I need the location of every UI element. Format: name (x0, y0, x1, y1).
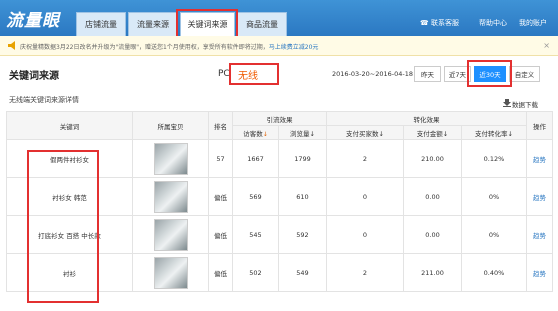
page-title: 关键词来源 (9, 71, 59, 82)
header-keyword: 关键词 (6, 111, 133, 140)
visitors-cell: 545 (232, 215, 279, 254)
renew-link[interactable]: 马上续费立减20元 (269, 44, 319, 51)
tab-traffic-source[interactable]: 流量来源 (128, 12, 178, 36)
header-conversion-group: 转化效果 (326, 111, 527, 126)
amount-cell: 0.00 (403, 177, 462, 216)
item-cell (132, 253, 209, 292)
header-visitors[interactable]: 访客数↓ (232, 125, 279, 140)
help-center-link[interactable]: 帮助中心 (479, 18, 507, 28)
visitors-cell: 569 (232, 177, 279, 216)
rank-cell: 偏低 (208, 177, 233, 216)
visitors-cell: 502 (232, 253, 279, 292)
trend-link[interactable]: 趋势 (526, 215, 553, 254)
notice-text: 庆祝量精数据3月22日改名并升级为"流量眼"，赠送您1个月使用权，享受所有软件即… (20, 44, 269, 51)
header-action: 操作 (526, 111, 553, 140)
pageviews-cell: 1799 (278, 139, 327, 178)
device-pc-option[interactable]: PC (218, 69, 230, 79)
pageviews-cell: 592 (278, 215, 327, 254)
notice-bar: 庆祝量精数据3月22日改名并升级为"流量眼"，赠送您1个月使用权，享受所有软件即… (0, 36, 558, 56)
pageviews-cell: 549 (278, 253, 327, 292)
my-account-link[interactable]: 我的账户 (519, 18, 547, 28)
speaker-icon (8, 41, 15, 50)
keyword-highlight-box (27, 150, 99, 303)
product-thumbnail[interactable] (153, 256, 188, 289)
sort-icon: ↓ (378, 129, 384, 138)
header-rank: 排名 (208, 111, 233, 140)
tab-shop-traffic[interactable]: 店铺流量 (76, 12, 126, 36)
header-traffic-group: 引流效果 (232, 111, 327, 126)
cvr-cell: 0.12% (461, 139, 527, 178)
product-thumbnail[interactable] (153, 180, 188, 213)
sort-icon: ↓ (507, 129, 513, 138)
header-buyers[interactable]: 支付买家数↓ (326, 125, 404, 140)
header-pageviews[interactable]: 浏览量↓ (278, 125, 327, 140)
rank-cell: 偏低 (208, 215, 233, 254)
amount-cell: 0.00 (403, 215, 462, 254)
data-download-link[interactable]: 数据下载 (512, 99, 538, 109)
sort-icon: ↓ (442, 129, 449, 138)
close-icon[interactable]: × (543, 41, 550, 50)
buyers-cell: 0 (326, 215, 404, 254)
trend-link[interactable]: 趋势 (526, 139, 553, 178)
cvr-cell: 0.40% (461, 253, 527, 292)
cvr-cell: 0% (461, 215, 527, 254)
buyers-cell: 2 (326, 253, 404, 292)
date-yesterday-button[interactable]: 昨天 (414, 66, 441, 82)
date-range: 2016-03-20~2016-04-18 (332, 70, 413, 78)
date-highlight-box (467, 60, 512, 87)
amount-cell: 210.00 (403, 139, 462, 178)
header-item: 所属宝贝 (132, 111, 209, 140)
sort-icon: ↓ (309, 129, 315, 138)
wireless-highlight-box (229, 63, 279, 85)
sort-desc-icon: ↓ (262, 130, 268, 138)
product-thumbnail[interactable] (153, 142, 188, 175)
headset-icon: ☎ (420, 19, 429, 27)
pageviews-cell: 610 (278, 177, 327, 216)
section-subtitle: 无线端关键词来源详情 (9, 96, 79, 104)
rank-cell: 57 (208, 139, 233, 178)
tab-item-traffic[interactable]: 商品流量 (237, 12, 287, 36)
contact-service-link[interactable]: ☎ 联系客服 (420, 18, 459, 28)
buyers-cell: 2 (326, 139, 404, 178)
product-thumbnail[interactable] (153, 218, 188, 251)
rank-cell: 偏低 (208, 253, 233, 292)
visitors-cell: 1667 (232, 139, 279, 178)
item-cell (132, 139, 209, 178)
cvr-cell: 0% (461, 177, 527, 216)
top-bar: 流量眼 店铺流量 流量来源 关键词来源 商品流量 ☎ 联系客服 帮助中心 我的账… (0, 0, 558, 36)
trend-link[interactable]: 趋势 (526, 253, 553, 292)
app-logo[interactable]: 流量眼 (6, 6, 60, 31)
amount-cell: 211.00 (403, 253, 462, 292)
date-custom-button[interactable]: 自定义 (509, 66, 540, 82)
item-cell (132, 177, 209, 216)
buyers-cell: 0 (326, 177, 404, 216)
header-cvr[interactable]: 支付转化率↓ (461, 125, 527, 140)
item-cell (132, 215, 209, 254)
header-amount[interactable]: 支付金额↓ (403, 125, 462, 140)
download-icon[interactable] (503, 99, 511, 107)
trend-link[interactable]: 趋势 (526, 177, 553, 216)
